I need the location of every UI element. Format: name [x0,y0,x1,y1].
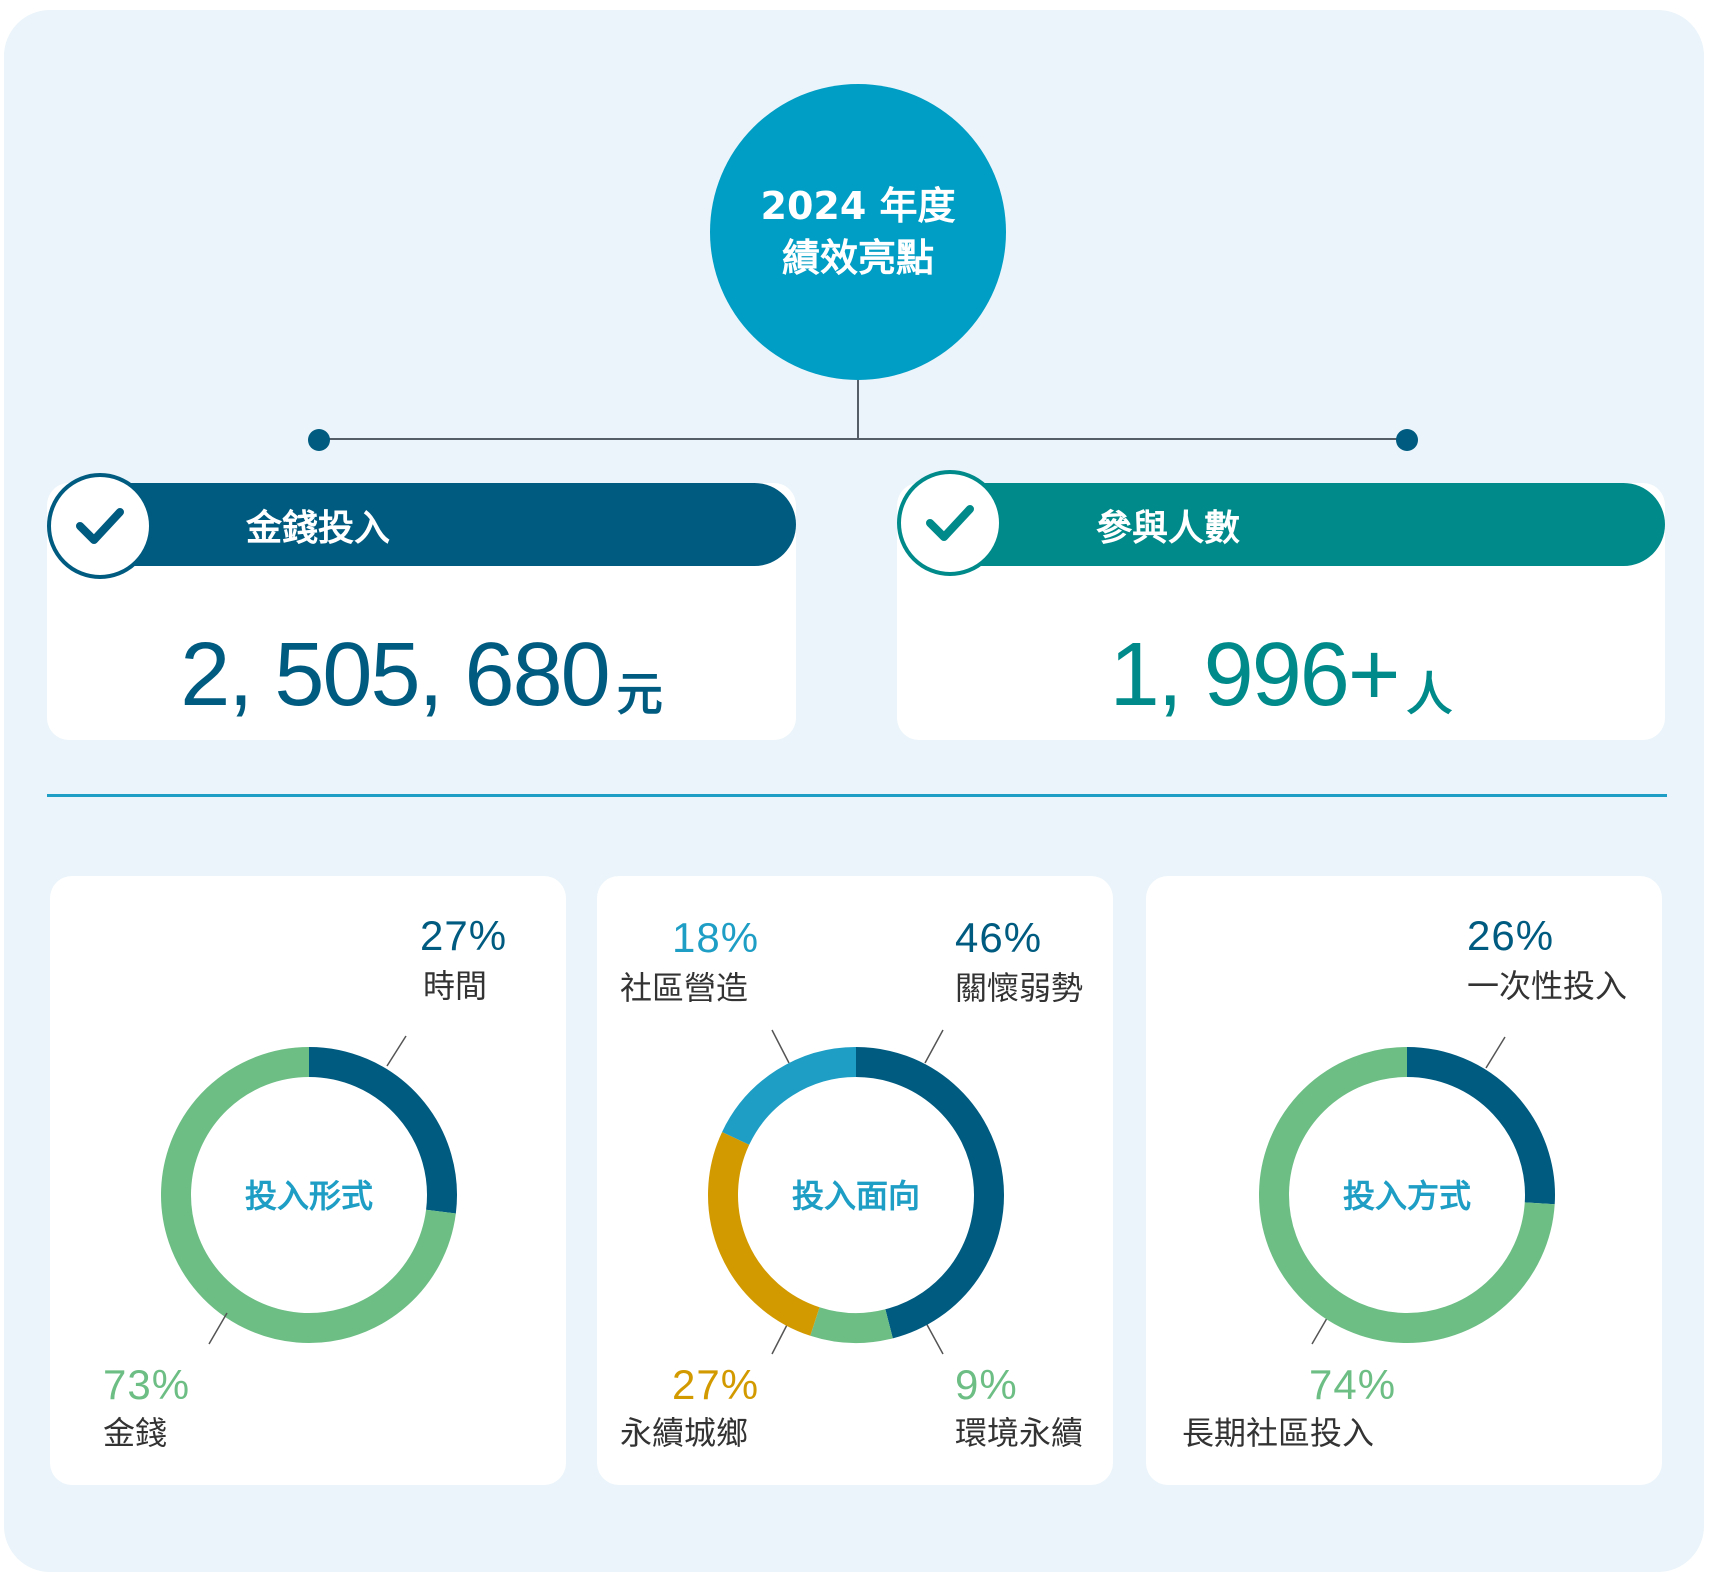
connector-horizontal [320,438,1408,440]
slice-label-environment: 環境永續 [955,1414,1084,1452]
slice-percent-environment: 9% [955,1361,1018,1408]
kpi-unit-donation: 元 [616,668,663,720]
kpi-unit-participants: 人 [1406,668,1453,720]
hub-title-year: 2024 年度 [760,184,956,228]
donut-chart-method: 投入方式 [1259,1047,1555,1343]
donut-center-label: 投入形式 [245,1177,373,1215]
section-divider [47,794,1667,797]
slice-percent-care: 46% [955,914,1043,961]
donut-chart-aspect: 投入面向 [708,1047,1004,1343]
kpi-value-participants: 1, 996+ 人 [897,600,1665,720]
kpi-number-donation: 2, 505, 680 [180,625,610,725]
check-icon-glyph [926,505,974,541]
slice-label-longterm: 長期社區投入 [1182,1414,1375,1452]
donut-slice-3 [708,1131,820,1336]
donut-slice-4 [722,1047,857,1146]
kpi-number-participants: 1, 996+ [1109,625,1401,725]
kpi-header-participants: 參與人數 [950,483,1665,566]
slice-label-care: 關懷弱勢 [955,969,1084,1007]
slice-percent-urban: 27% [672,1361,760,1408]
slice-label-money: 金錢 [103,1414,168,1452]
connector-dot-left [308,429,330,451]
connector-vertical [857,380,859,440]
slice-label-onetime: 一次性投入 [1467,967,1628,1005]
check-icon-glyph [76,508,124,544]
slice-percent-longterm: 74% [1309,1361,1397,1408]
hub-title-text: 績效亮點 [781,236,934,280]
slice-label-urban: 永續城鄉 [620,1414,749,1452]
kpi-value-donation: 2, 505, 680 元 [47,600,796,720]
donut-slice-2 [810,1307,893,1343]
donut-chart-form: 投入形式 [161,1047,457,1343]
slice-label-community: 社區營造 [620,969,749,1007]
kpi-header-donation: 金錢投入 [100,483,796,566]
slice-percent-onetime: 26% [1467,912,1555,959]
kpi-label-participants: 參與人數 [1096,507,1241,549]
check-icon [47,473,153,579]
donut-center-label: 投入方式 [1343,1177,1471,1215]
kpi-label-donation: 金錢投入 [246,507,391,549]
donut-center-label: 投入面向 [792,1177,920,1215]
slice-percent-community: 18% [672,914,760,961]
slice-percent-money: 73% [103,1361,191,1408]
highlights-hub: 2024 年度 績效亮點 [710,84,1006,380]
check-icon [897,470,1003,576]
connector-dot-right [1396,429,1418,451]
slice-percent-time: 27% [420,912,508,959]
slice-label-time: 時間 [423,967,488,1005]
